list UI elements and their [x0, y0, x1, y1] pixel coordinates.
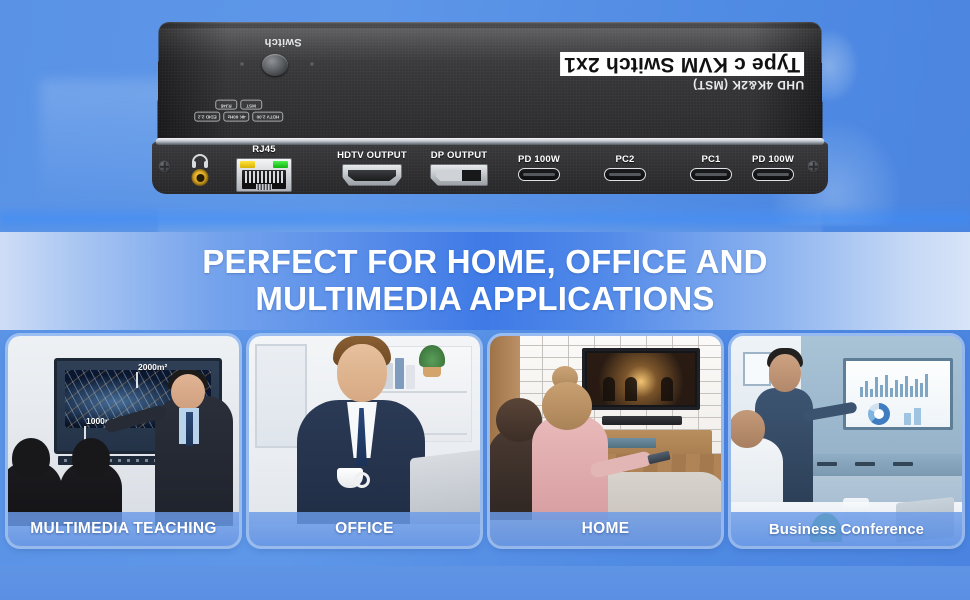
switch-button[interactable] — [262, 54, 288, 76]
port-label-dp-output: DP OUTPUT — [430, 150, 488, 161]
card-caption-home: HOME — [490, 512, 721, 546]
reflection-light-band — [0, 205, 970, 231]
credenza-slot-3 — [893, 462, 913, 466]
screw-right — [807, 160, 820, 173]
card-multimedia-teaching[interactable]: 2000m² 1000m² MULTIMEDIA TEACHING — [8, 336, 239, 546]
headphone-icon — [192, 154, 208, 168]
port-dp-output[interactable]: DP OUTPUT — [430, 150, 488, 186]
audio-jack-hole[interactable] — [191, 169, 209, 186]
badge-hdtv: HDTV 2.00 — [252, 111, 284, 122]
viewer-head-2 — [542, 382, 592, 430]
rj45-notch — [256, 184, 272, 190]
port-label-pd-left: PD 100W — [517, 154, 561, 165]
port-label-pc2: PC2 — [615, 154, 635, 165]
tv-figure-2 — [625, 377, 637, 401]
device-subtitle: UHD 4K&2K (MST) — [692, 78, 804, 92]
bottom-strip — [0, 566, 970, 600]
headline-line-1: PERFECT FOR HOME, OFFICE AND — [202, 243, 768, 281]
use-case-cards: 2000m² 1000m² MULTIMEDIA TEACHING OFFICE… — [0, 336, 970, 568]
switch-button-group[interactable]: Switch — [228, 36, 338, 88]
screen-mini-bars — [904, 407, 921, 425]
usbc-connector-pc1[interactable] — [690, 168, 732, 181]
rj45-connector[interactable] — [236, 158, 292, 192]
rj45-led-yellow — [240, 161, 255, 168]
soundbar — [602, 416, 682, 425]
annotation-2000m2: 2000m² — [136, 362, 167, 388]
badge-rj45: RJ45 — [215, 100, 238, 110]
coffee-cup — [337, 468, 370, 488]
led-indicator-left — [240, 62, 244, 66]
card-caption-multimedia-teaching: MULTIMEDIA TEACHING — [8, 512, 239, 546]
teacher-head — [171, 374, 205, 410]
badge-mst: MST — [240, 100, 263, 110]
rj45-pins — [245, 171, 283, 183]
hero-section: UHD 4K&2K (MST) Type c KVM Switch 2x1 Sw… — [0, 0, 970, 240]
device-chrome-trim — [156, 138, 824, 145]
device-port-panel: RJ45 HDTV OUTPUT DP OUTPUT PD 100W PC2 P… — [152, 142, 828, 194]
port-rj45[interactable]: RJ45 — [236, 144, 292, 192]
wall-mounted-tv — [582, 348, 700, 410]
hdmi-connector[interactable] — [342, 164, 402, 186]
teacher-tie — [186, 412, 193, 446]
feature-badges: HDTV 2.00 4K 60Hz EDID 2.2 MST RJ45 — [194, 100, 284, 122]
port-usbc-pd-left[interactable]: PD 100W — [518, 154, 560, 181]
office-worker-head — [337, 344, 387, 402]
port-usbc-pc1[interactable]: PC1 — [690, 154, 732, 181]
device-branding: UHD 4K&2K (MST) Type c KVM Switch 2x1 — [559, 52, 804, 92]
tv-figure-3 — [661, 377, 673, 401]
switch-button-label: Switch — [264, 36, 302, 48]
led-indicator-right — [310, 62, 314, 66]
feature-badge-row-1: HDTV 2.00 4K 60Hz EDID 2.2 — [194, 111, 284, 122]
displayport-connector[interactable] — [430, 164, 488, 186]
port-usbc-pd-right[interactable]: PD 100W — [752, 154, 794, 181]
teacher-figure — [103, 370, 233, 528]
wall-frame — [743, 352, 771, 386]
device-title: Type c KVM Switch 2x1 — [559, 52, 804, 76]
card-caption-business-conference: Business Conference — [731, 512, 962, 546]
port-label-pd-right: PD 100W — [751, 154, 795, 165]
card-home[interactable]: HOME — [490, 336, 721, 546]
port-label-rj45: RJ45 — [252, 144, 276, 155]
port-audio-jack[interactable] — [188, 154, 212, 188]
card-caption-office: OFFICE — [249, 512, 480, 546]
conference-credenza — [801, 454, 962, 476]
badge-edid: EDID 2.2 — [194, 111, 221, 122]
shelf-plant — [419, 345, 445, 367]
student-head-2 — [72, 438, 110, 478]
product-marketing-page: UHD 4K&2K (MST) Type c KVM Switch 2x1 Sw… — [0, 0, 970, 600]
screw-left — [158, 160, 171, 173]
port-hdtv-output[interactable]: HDTV OUTPUT — [337, 150, 407, 186]
presenter-head — [769, 354, 801, 392]
port-label-hdtv-output: HDTV OUTPUT — [337, 150, 407, 161]
badge-4k: 4K 60Hz — [223, 111, 250, 122]
credenza-slot-1 — [817, 462, 837, 466]
screen-bar-chart — [860, 373, 928, 397]
card-business-conference[interactable]: Business Conference — [731, 336, 962, 546]
office-worker-figure — [297, 336, 425, 524]
credenza-slot-2 — [855, 462, 875, 466]
attendee-head — [731, 410, 765, 448]
card-office[interactable]: OFFICE — [249, 336, 480, 546]
usbc-connector-pd-right[interactable] — [752, 168, 794, 181]
headline-line-2: MULTIMEDIA APPLICATIONS — [255, 280, 715, 317]
usbc-connector-pc2[interactable] — [604, 168, 646, 181]
student-head-1 — [12, 438, 50, 478]
rj45-led-green — [273, 161, 288, 168]
shelf-row-1 — [369, 391, 467, 393]
headline-banner: PERFECT FOR HOME, OFFICE AND MULTIMEDIA … — [0, 232, 970, 330]
device-shadow-left — [157, 22, 229, 143]
kvm-switch-device: UHD 4K&2K (MST) Type c KVM Switch 2x1 Sw… — [150, 22, 830, 194]
port-usbc-pc2[interactable]: PC2 — [604, 154, 646, 181]
presentation-screen — [843, 358, 953, 430]
port-label-pc1: PC1 — [701, 154, 721, 165]
tv-figure-1 — [603, 377, 615, 401]
usbc-connector-pd-left[interactable] — [518, 168, 560, 181]
feature-badge-row-2: MST RJ45 — [215, 100, 263, 110]
screen-donut-chart — [868, 403, 890, 425]
